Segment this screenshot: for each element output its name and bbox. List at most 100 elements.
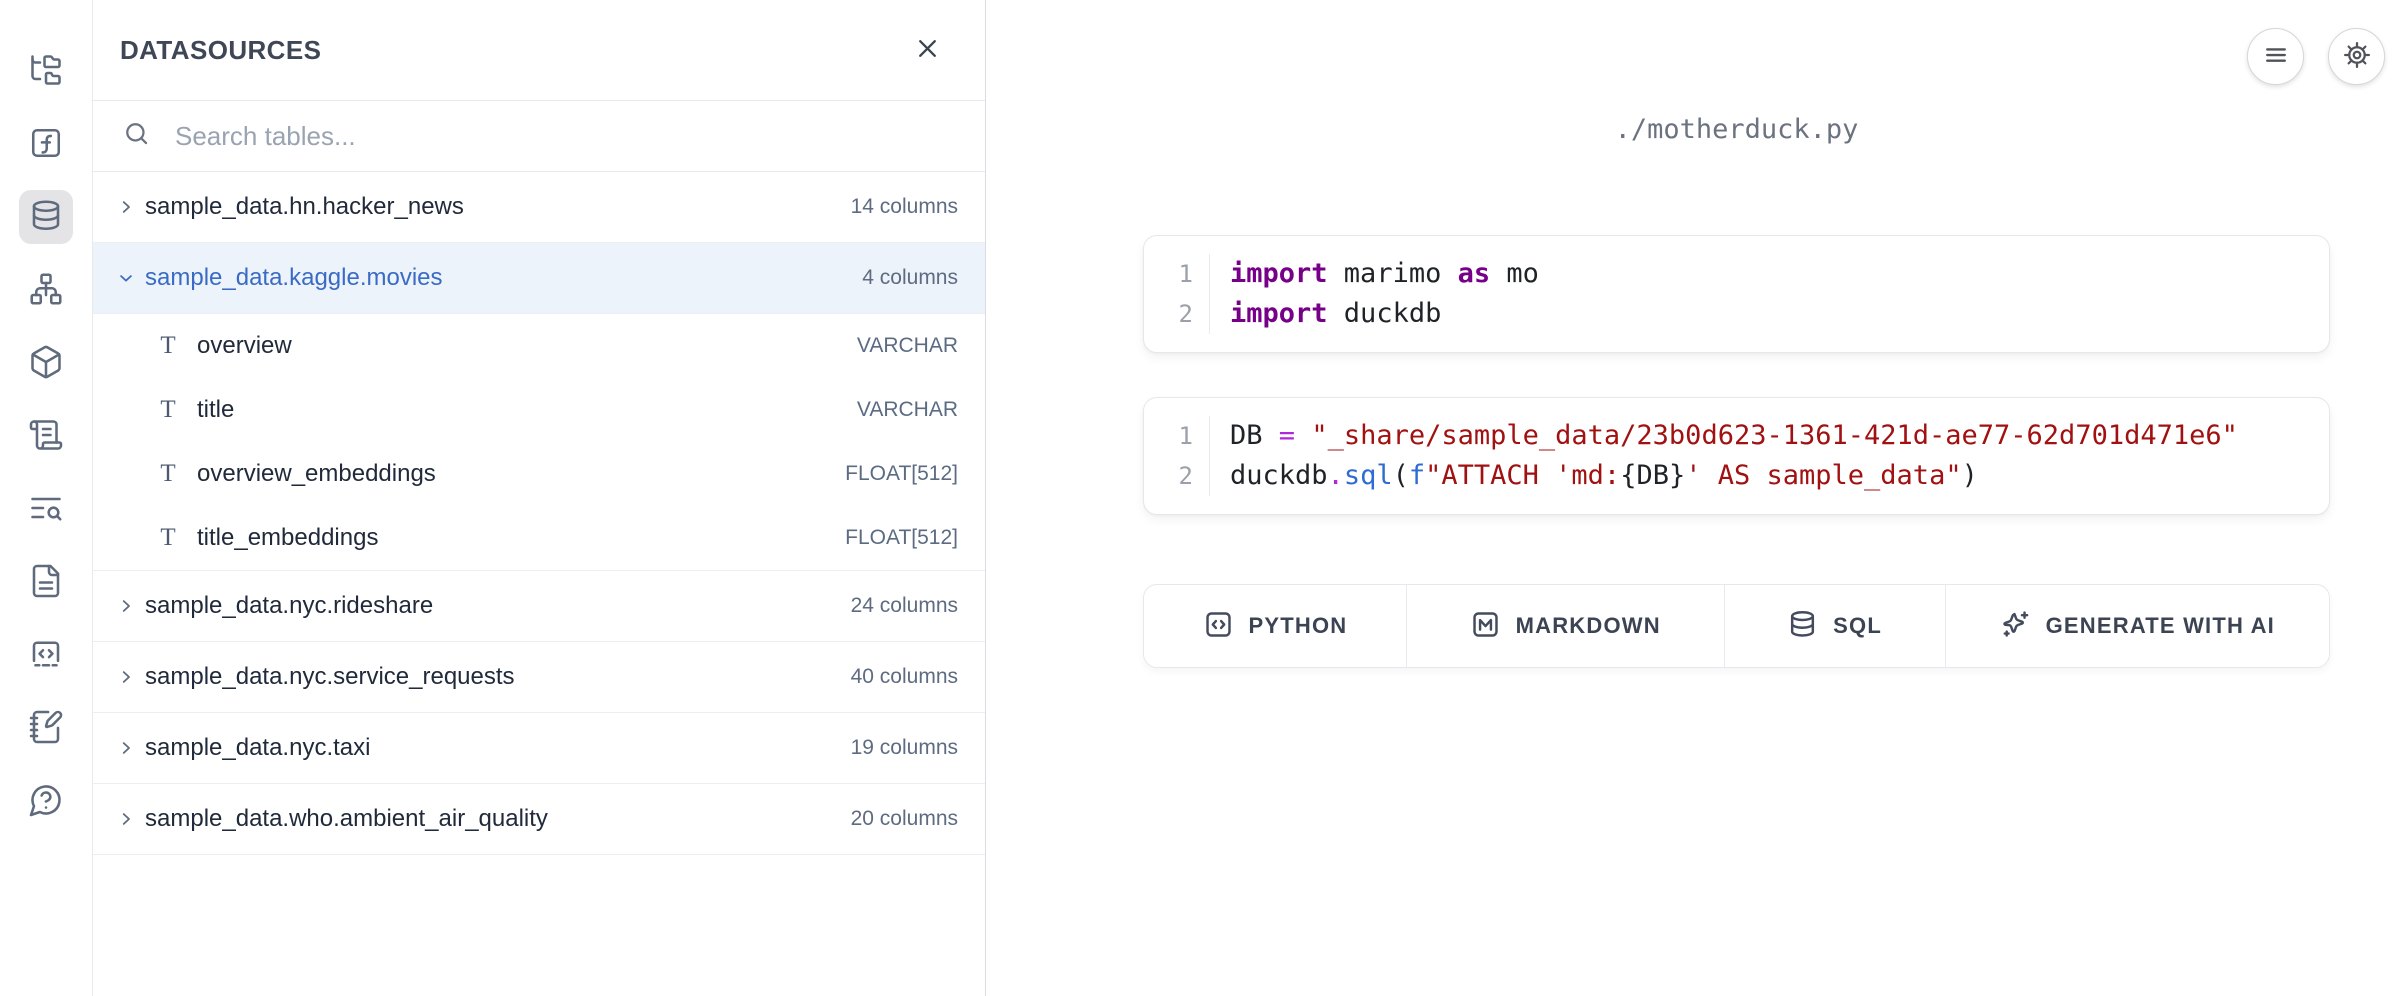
column-type: VARCHAR xyxy=(857,398,958,422)
close-panel-button[interactable] xyxy=(905,28,949,72)
sidebar-item-snippets[interactable] xyxy=(19,628,73,682)
code-line: import marimo as mo xyxy=(1230,254,2329,294)
sidebar-item-packages[interactable] xyxy=(19,336,73,390)
sidebar-item-logs[interactable] xyxy=(19,409,73,463)
generate-with-ai-button[interactable]: GENERATE WITH AI xyxy=(1946,585,2329,667)
add-python-label: PYTHON xyxy=(1249,613,1348,639)
text-type-icon: T xyxy=(158,396,178,424)
text-search-icon xyxy=(28,490,64,529)
add-markdown-label: MARKDOWN xyxy=(1516,613,1661,639)
table-name: sample_data.who.ambient_air_quality xyxy=(145,805,851,833)
add-python-cell-button[interactable]: PYTHON xyxy=(1144,585,1407,667)
chat-question-icon xyxy=(28,782,64,821)
column-count: 19 columns xyxy=(851,736,958,760)
database-icon xyxy=(28,198,64,237)
sidebar-item-tracing[interactable] xyxy=(19,482,73,536)
table-row-kaggle-movies[interactable]: sample_data.kaggle.movies 4 columns xyxy=(93,243,985,314)
table-row-nyc-taxi[interactable]: sample_data.nyc.taxi 19 columns xyxy=(93,713,985,784)
sidebar-item-help[interactable] xyxy=(19,774,73,828)
sidebar-item-documentation[interactable] xyxy=(19,555,73,609)
column-type: FLOAT[512] xyxy=(845,526,958,550)
text-type-icon: T xyxy=(158,332,178,360)
line-number-gutter: 1 2 xyxy=(1144,254,1210,334)
column-count: 24 columns xyxy=(851,594,958,618)
chevron-right-icon xyxy=(117,668,135,686)
chevron-down-icon xyxy=(117,269,135,287)
column-row-overview[interactable]: T overview VARCHAR xyxy=(93,314,985,378)
column-row-title[interactable]: T title VARCHAR xyxy=(93,378,985,442)
line-number: 1 xyxy=(1144,416,1193,456)
column-count: 40 columns xyxy=(851,665,958,689)
code-editor[interactable]: import marimo as moimport duckdb xyxy=(1210,254,2329,334)
column-name: overview_embeddings xyxy=(197,460,845,488)
add-sql-label: SQL xyxy=(1833,613,1882,639)
table-row-nyc-service-requests[interactable]: sample_data.nyc.service_requests 40 colu… xyxy=(93,642,985,713)
column-name: overview xyxy=(197,332,857,360)
gear-icon xyxy=(2342,40,2372,73)
notebook-pen-icon xyxy=(28,709,64,748)
tables-list: sample_data.hn.hacker_news 14 columns sa… xyxy=(93,172,985,855)
sidebar-item-files[interactable] xyxy=(19,44,73,98)
column-count: 4 columns xyxy=(862,266,958,290)
chevron-right-icon xyxy=(117,198,135,216)
code-square-icon xyxy=(1203,609,1234,643)
dependency-graph-icon xyxy=(28,271,64,310)
chevron-right-icon xyxy=(117,597,135,615)
movies-columns-group: T overview VARCHAR T title VARCHAR T ove… xyxy=(93,314,985,571)
generate-with-ai-label: GENERATE WITH AI xyxy=(2046,613,2275,639)
settings-button[interactable] xyxy=(2328,28,2385,85)
search-input[interactable] xyxy=(175,121,958,152)
database-icon xyxy=(1787,609,1818,643)
package-box-icon xyxy=(28,344,64,383)
chevron-right-icon xyxy=(117,810,135,828)
add-markdown-cell-button[interactable]: MARKDOWN xyxy=(1407,585,1725,667)
panel-title: DATASOURCES xyxy=(120,35,321,66)
text-type-icon: T xyxy=(158,460,178,488)
code-line: duckdb.sql(f"ATTACH 'md:{DB}' AS sample_… xyxy=(1230,456,2329,496)
notebook-menu-button[interactable] xyxy=(2247,28,2304,85)
column-row-overview-embeddings[interactable]: T overview_embeddings FLOAT[512] xyxy=(93,442,985,506)
code-editor[interactable]: DB = "_share/sample_data/23b0d623-1361-4… xyxy=(1210,416,2329,496)
header-actions xyxy=(2247,28,2385,85)
table-name: sample_data.hn.hacker_news xyxy=(145,193,851,221)
notebook-column: ./motherduck.py 1 2 import marimo as moi… xyxy=(1143,114,2330,668)
line-number: 2 xyxy=(1144,294,1193,334)
code-line: import duckdb xyxy=(1230,294,2329,334)
sidebar-item-scratchpad[interactable] xyxy=(19,701,73,755)
column-name: title_embeddings xyxy=(197,524,845,552)
search-icon xyxy=(123,120,150,152)
add-cell-bar: PYTHON MARKDOWN SQL GENERATE WITH AI xyxy=(1143,584,2330,668)
table-row-who-ambient-air-quality[interactable]: sample_data.who.ambient_air_quality 20 c… xyxy=(93,784,985,855)
column-type: FLOAT[512] xyxy=(845,462,958,486)
code-cell-attach-db[interactable]: 1 2 DB = "_share/sample_data/23b0d623-13… xyxy=(1143,397,2330,515)
notebook-area: ./motherduck.py 1 2 import marimo as moi… xyxy=(986,0,2399,996)
column-count: 20 columns xyxy=(851,807,958,831)
notebook-filename[interactable]: ./motherduck.py xyxy=(1143,114,2330,145)
datasources-panel: DATASOURCES sample_data.hn.hacker_news 1… xyxy=(93,0,986,996)
line-number-gutter: 1 2 xyxy=(1144,416,1210,496)
code-line: DB = "_share/sample_data/23b0d623-1361-4… xyxy=(1230,416,2329,456)
line-number: 1 xyxy=(1144,254,1193,294)
table-search-row xyxy=(93,101,985,172)
scroll-text-icon xyxy=(28,417,64,456)
table-name: sample_data.kaggle.movies xyxy=(145,264,862,292)
column-type: VARCHAR xyxy=(857,334,958,358)
table-name: sample_data.nyc.taxi xyxy=(145,734,851,762)
sidebar-item-dependencies[interactable] xyxy=(19,263,73,317)
datasources-panel-header: DATASOURCES xyxy=(93,0,985,101)
line-number: 2 xyxy=(1144,456,1193,496)
add-sql-cell-button[interactable]: SQL xyxy=(1725,585,1946,667)
table-row-nyc-rideshare[interactable]: sample_data.nyc.rideshare 24 columns xyxy=(93,571,985,642)
sidebar-item-datasources[interactable] xyxy=(19,190,73,244)
file-text-icon xyxy=(28,563,64,602)
text-type-icon: T xyxy=(158,524,178,552)
column-row-title-embeddings[interactable]: T title_embeddings FLOAT[512] xyxy=(93,506,985,570)
hamburger-menu-icon xyxy=(2261,40,2291,73)
marimo-app: DATASOURCES sample_data.hn.hacker_news 1… xyxy=(0,0,2399,996)
code-cell-imports[interactable]: 1 2 import marimo as moimport duckdb xyxy=(1143,235,2330,353)
table-row-hacker-news[interactable]: sample_data.hn.hacker_news 14 columns xyxy=(93,172,985,243)
table-name: sample_data.nyc.rideshare xyxy=(145,592,851,620)
code-square-dashed-icon xyxy=(28,636,64,675)
column-name: title xyxy=(197,396,857,424)
sidebar-item-variables[interactable] xyxy=(19,117,73,171)
